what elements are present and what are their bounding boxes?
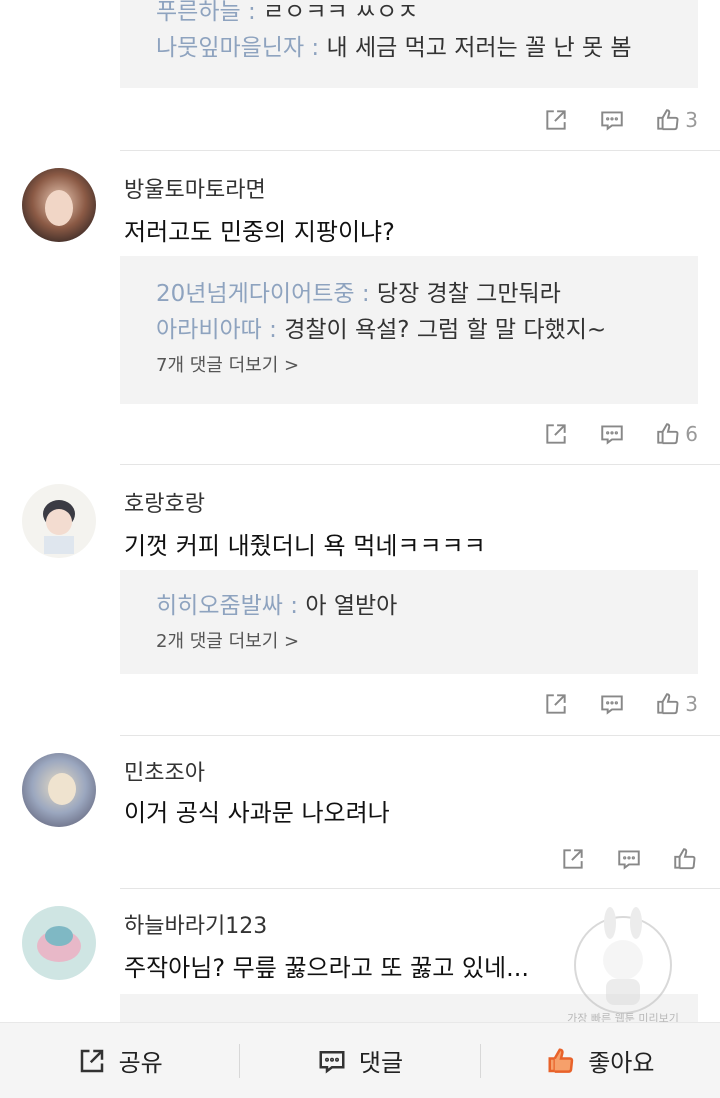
comment-label: 댓글 [358, 1049, 404, 1077]
comment-author[interactable]: 호랑호랑 [124, 486, 205, 518]
reply-text: ㄹㅇㅋㅋ ㅆㅇㅈ [263, 0, 419, 25]
share-label: 공유 [118, 1049, 163, 1077]
comment-actions [530, 843, 698, 875]
reply-line: 푸른하늘 : ㄹㅇㅋㅋ ㅆㅇㅈ [156, 0, 419, 25]
reply-author[interactable]: 푸른하늘 [156, 0, 241, 25]
reply-button[interactable] [599, 421, 625, 447]
more-replies-link[interactable]: 7개 댓글 더보기 > [156, 352, 662, 380]
share-icon [546, 110, 566, 130]
reply-text: 아 열받아 [305, 593, 398, 619]
divider [120, 888, 720, 889]
reply-button[interactable] [599, 691, 625, 717]
reply-author[interactable]: 나뭇잎마을닌자 [156, 35, 304, 61]
share-button[interactable] [543, 107, 569, 133]
thumbs-up-icon [674, 848, 696, 870]
divider [120, 735, 720, 736]
thumbs-up-icon [548, 1047, 574, 1073]
avatar[interactable] [22, 168, 96, 242]
comment-text: 주작아님? 무릎 꿇으라고 또 꿇고 있네... [124, 954, 529, 982]
reply-button[interactable] [599, 107, 625, 133]
share-button[interactable] [543, 421, 569, 447]
reply-text: 당장 경찰 그만둬라 [376, 281, 561, 307]
comment-actions: 3 [513, 104, 698, 136]
comment-actions: 3 [513, 688, 698, 720]
reply-line: 20년넘게다이어트중 : 당장 경찰 그만둬라 [156, 281, 561, 307]
thumbs-up-icon [657, 109, 679, 131]
reply-line: 아라비아따 : 경찰이 욕설? 그럼 할 말 다했지~ [156, 317, 607, 343]
share-button[interactable] [543, 691, 569, 717]
share-icon [546, 424, 566, 444]
comment-icon [618, 850, 640, 870]
reply-author[interactable]: 아라비아따 [156, 317, 262, 343]
share-button[interactable] [560, 846, 586, 872]
comment-button[interactable]: 댓글 [240, 1043, 479, 1078]
like-count: 3 [685, 692, 698, 716]
like-button[interactable]: 3 [655, 107, 698, 133]
comment-icon [601, 425, 623, 445]
comment-icon [601, 111, 623, 131]
comment-icon [319, 1050, 345, 1073]
avatar[interactable] [22, 753, 96, 827]
like-count: 3 [685, 108, 698, 132]
reply-box[interactable]: 푸른하늘 : ㄹㅇㅋㅋ ㅆㅇㅈ 나뭇잎마을닌자 : 내 세금 먹고 저러는 꼴 … [120, 0, 698, 88]
like-label: 좋아요 [588, 1049, 655, 1077]
like-button[interactable] [672, 846, 698, 872]
comment-author[interactable]: 방울토마토라면 [124, 172, 266, 204]
reply-author[interactable]: 20년넘게다이어트중 [156, 281, 355, 307]
reply-box[interactable]: 20년넘게다이어트중 : 당장 경찰 그만둬라 아라비아따 : 경찰이 욕설? … [120, 256, 698, 404]
like-button[interactable]: 3 [655, 691, 698, 717]
bottom-action-bar: 공유 댓글 좋아요 [0, 1022, 720, 1098]
reply-author[interactable]: 히히오줌발싸 [156, 593, 283, 619]
share-icon [563, 849, 583, 869]
share-icon [80, 1049, 103, 1072]
comment-author[interactable]: 민초조아 [124, 755, 205, 787]
comment-text: 기껏 커피 내줬더니 욕 먹네ㅋㅋㅋㅋ [124, 532, 486, 560]
comment-author[interactable]: 하늘바라기123 [124, 908, 267, 940]
like-button[interactable]: 6 [655, 421, 698, 447]
thumbs-up-icon [657, 423, 679, 445]
share-icon [546, 694, 566, 714]
comment-text: 이거 공식 사과문 나오려나 [124, 799, 390, 827]
reply-line: 나뭇잎마을닌자 : 내 세금 먹고 저러는 꼴 난 못 봄 [156, 35, 632, 61]
mascot-logo [574, 907, 672, 1014]
divider [120, 150, 720, 151]
divider [120, 464, 720, 465]
like-button[interactable]: 좋아요 [481, 1043, 720, 1078]
reply-line: 히히오줌발싸 : 아 열받아 [156, 593, 398, 619]
share-button[interactable]: 공유 [0, 1043, 239, 1078]
comment-text: 저러고도 민중의 지팡이냐? [124, 218, 395, 246]
avatar[interactable] [22, 484, 96, 558]
reply-button[interactable] [616, 846, 642, 872]
avatar[interactable] [22, 906, 96, 980]
reply-text: 내 세금 먹고 저러는 꼴 난 못 봄 [326, 35, 632, 61]
comment-icon [601, 695, 623, 715]
like-count: 6 [685, 422, 698, 446]
thumbs-up-icon [657, 693, 679, 715]
more-replies-link[interactable]: 2개 댓글 더보기 > [156, 628, 662, 656]
reply-text: 경찰이 욕설? 그럼 할 말 다했지~ [284, 317, 607, 343]
comment-actions: 6 [513, 418, 698, 450]
reply-box[interactable]: 히히오줌발싸 : 아 열받아 2개 댓글 더보기 > [120, 570, 698, 674]
